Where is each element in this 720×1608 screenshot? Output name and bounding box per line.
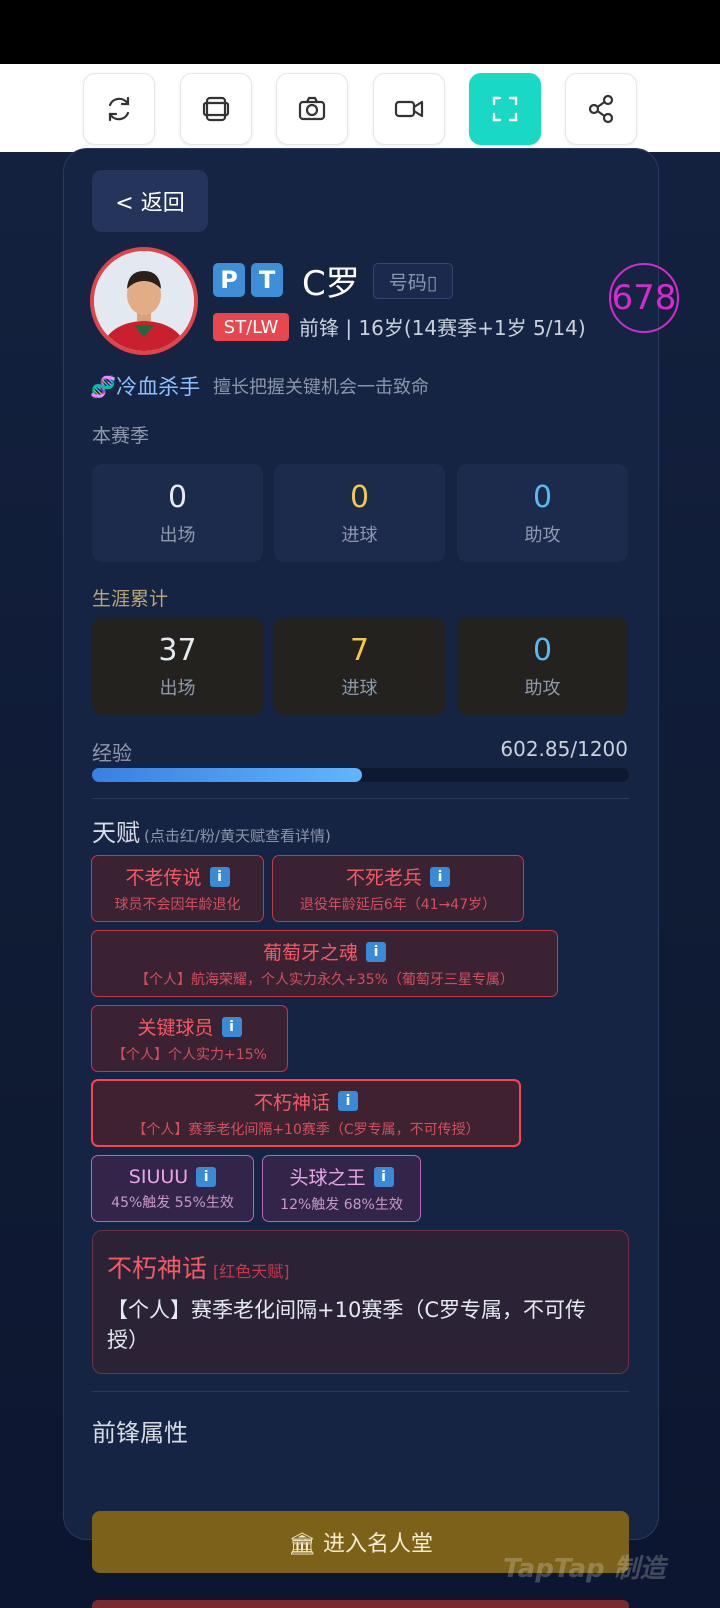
stat-value: 0 — [532, 633, 553, 668]
talent-desc: 球员不会因年龄退化 — [114, 897, 241, 913]
season-goals: 0 进球 — [274, 464, 445, 562]
talent-tag-ageless-legend[interactable]: 不老传说 i 球员不会因年龄退化 — [91, 855, 264, 922]
stat-value: 37 — [158, 633, 197, 668]
talent-desc: 退役年龄延后6年（41→47岁） — [299, 897, 497, 913]
talent-name: 关键球员 — [137, 1017, 214, 1039]
stat-label: 助攻 — [524, 525, 561, 546]
career-appearances: 37 出场 — [92, 617, 263, 715]
talent-section-title: 天赋 (点击红/粉/黄天赋查看详情) — [92, 813, 331, 848]
talent-name: 不朽神话 — [253, 1091, 330, 1114]
talent-desc: 【个人】航海荣耀，个人实力永久+35%（葡萄牙三星专属） — [135, 972, 514, 988]
talent-tag-immortal-myth[interactable]: 不朽神话 i 【个人】赛季老化间隔+10赛季（C罗专属，不可传授） — [91, 1079, 521, 1147]
info-icon: i — [373, 1166, 394, 1187]
experience-value: 602.85/1200 — [500, 737, 628, 761]
trait-description: 擅长把握关键机会一击致命 — [213, 377, 429, 398]
share-icon — [588, 94, 614, 124]
layers-icon — [202, 96, 230, 122]
video-icon — [394, 100, 424, 118]
detail-title: 不朽神话 — [107, 1254, 208, 1283]
experience-label: 经验 — [92, 741, 132, 765]
season-appearances: 0 出场 — [92, 464, 263, 562]
stat-value: 0 — [167, 480, 188, 515]
player-portrait — [94, 251, 194, 351]
top-toolbar — [0, 64, 720, 152]
status-bar — [0, 0, 720, 64]
info-icon: i — [209, 866, 230, 887]
detail-kind: [红色天赋] — [213, 1262, 290, 1281]
fullscreen-button[interactable] — [469, 73, 541, 145]
trait-name: 🧬冷血杀手 — [90, 375, 201, 399]
stat-label: 出场 — [159, 678, 196, 699]
talent-tag-undying-veteran[interactable]: 不死老兵 i 退役年龄延后6年（41→47岁） — [272, 855, 524, 922]
career-assists: 0 助攻 — [457, 617, 628, 715]
talent-desc: 【个人】个人实力+15% — [112, 1047, 267, 1063]
info-icon: i — [196, 1166, 217, 1187]
refresh-icon — [108, 96, 130, 122]
screenshot-button[interactable] — [276, 73, 348, 145]
info-icon: i — [430, 866, 450, 887]
number-chip[interactable]: 号码▯ — [373, 263, 453, 299]
position-badge: ST/LW — [213, 313, 289, 341]
stat-label: 进球 — [341, 525, 378, 546]
info-icon: i — [338, 1091, 358, 1111]
experience-bar-fill — [92, 768, 362, 782]
refresh-button[interactable] — [83, 73, 155, 145]
talent-name: 葡萄牙之魂 — [262, 942, 358, 964]
back-button[interactable]: < 返回 — [92, 170, 208, 232]
season-label: 本赛季 — [92, 425, 150, 447]
talent-desc: 45%触发 55%生效 — [111, 1194, 234, 1211]
rating-badge: 678 — [609, 263, 679, 333]
talent-tag-siuuu[interactable]: SIUUU i 45%触发 55%生效 — [91, 1155, 254, 1222]
share-button[interactable] — [565, 73, 637, 145]
talent-name: 不死老兵 — [345, 867, 422, 889]
layers-button[interactable] — [180, 73, 252, 145]
talent-tag-portugal-soul[interactable]: 葡萄牙之魂 i 【个人】航海荣耀，个人实力永久+35%（葡萄牙三星专属） — [91, 930, 558, 997]
player-name: C罗 — [302, 264, 360, 304]
talent-hint: (点击红/粉/黄天赋查看详情) — [144, 827, 331, 845]
talent-tag-key-player[interactable]: 关键球员 i 【个人】个人实力+15% — [91, 1005, 288, 1072]
camera-icon — [298, 96, 326, 121]
stat-label: 助攻 — [524, 678, 561, 699]
talent-name: 头球之王 — [289, 1167, 366, 1189]
player-avatar — [90, 247, 198, 355]
fullscreen-icon — [492, 96, 518, 122]
talent-desc: 【个人】赛季老化间隔+10赛季（C罗专属，不可传授） — [132, 1121, 480, 1138]
badge-p: P — [213, 263, 245, 297]
career-label: 生涯累计 — [92, 588, 169, 610]
taptap-watermark: TapTap 制造 — [503, 1554, 666, 1584]
stat-value: 0 — [349, 480, 370, 515]
info-icon: i — [221, 1016, 242, 1037]
record-button[interactable] — [373, 73, 445, 145]
talent-title-text: 天赋 — [92, 819, 140, 847]
talent-name: SIUUU — [128, 1165, 189, 1188]
stat-value: 0 — [532, 480, 553, 515]
divider — [92, 798, 629, 799]
detail-body: 【个人】赛季老化间隔+10赛季（C罗专属，不可传授） — [107, 1298, 586, 1352]
career-goals: 7 进球 — [274, 617, 445, 715]
badge-t: T — [251, 263, 283, 297]
info-icon: i — [366, 941, 386, 962]
next-button-partial[interactable] — [92, 1600, 629, 1608]
talent-name: 不老传说 — [125, 867, 202, 889]
divider — [92, 1391, 629, 1392]
talent-tag-header-king[interactable]: 头球之王 i 12%触发 68%生效 — [262, 1155, 421, 1222]
talent-detail-card: 不朽神话 [红色天赋] 【个人】赛季老化间隔+10赛季（C罗专属，不可传授） — [92, 1230, 629, 1374]
attributes-title: 前锋属性 — [92, 1419, 188, 1447]
talent-desc: 12%触发 68%生效 — [280, 1197, 403, 1213]
season-assists: 0 助攻 — [457, 464, 628, 562]
role-age-text: 前锋 | 16岁(14赛季+1岁 5/14) — [299, 316, 586, 340]
stat-label: 进球 — [341, 678, 378, 699]
stat-label: 出场 — [159, 525, 196, 546]
stat-value: 7 — [349, 633, 370, 668]
detail-title-row: 不朽神话 [红色天赋] — [107, 1249, 290, 1285]
